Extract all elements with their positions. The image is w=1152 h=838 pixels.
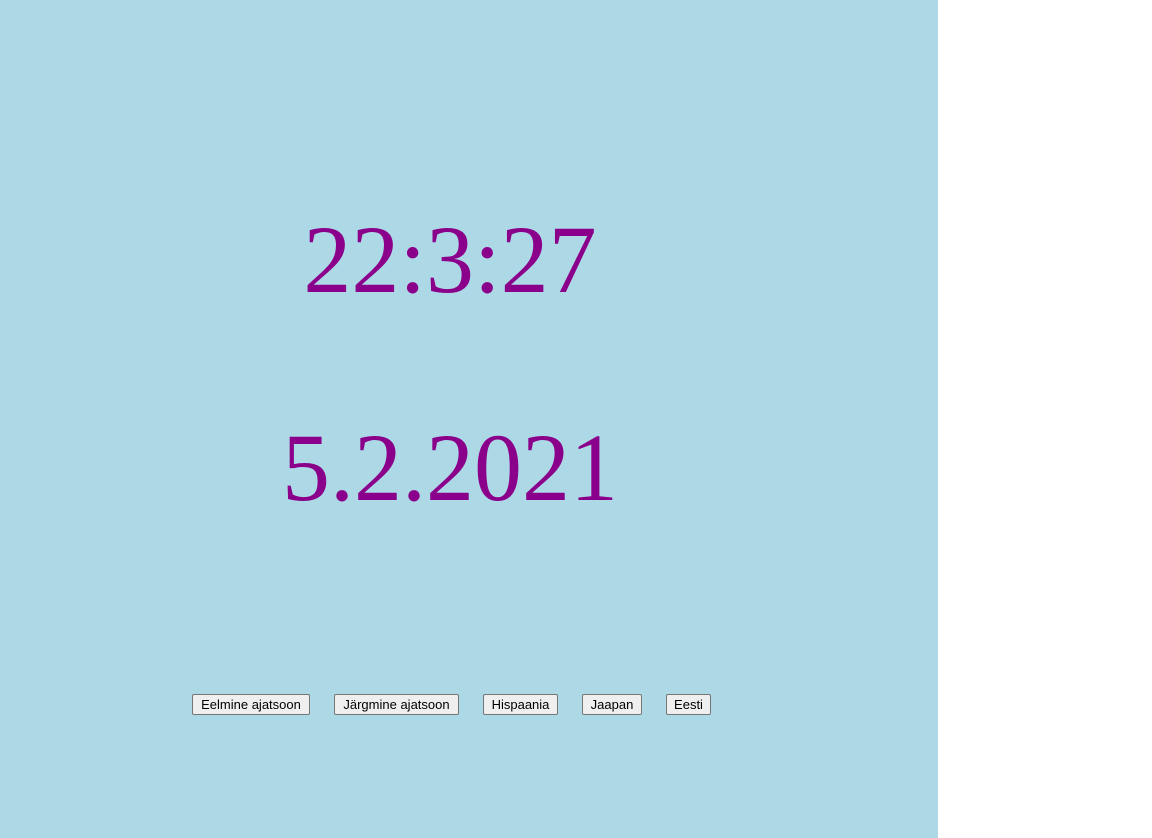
- previous-timezone-button[interactable]: Eelmine ajatsoon: [192, 694, 310, 715]
- clock-panel: 22:3:27 5.2.2021 Eelmine ajatsoon Järgmi…: [0, 0, 938, 838]
- time-display: 22:3:27: [303, 206, 597, 313]
- next-timezone-button[interactable]: Järgmine ajatsoon: [334, 694, 459, 715]
- japan-button[interactable]: Jaapan: [582, 694, 642, 715]
- estonia-button[interactable]: Eesti: [666, 694, 711, 715]
- date-display: 5.2.2021: [282, 414, 618, 521]
- spain-button[interactable]: Hispaania: [483, 694, 558, 715]
